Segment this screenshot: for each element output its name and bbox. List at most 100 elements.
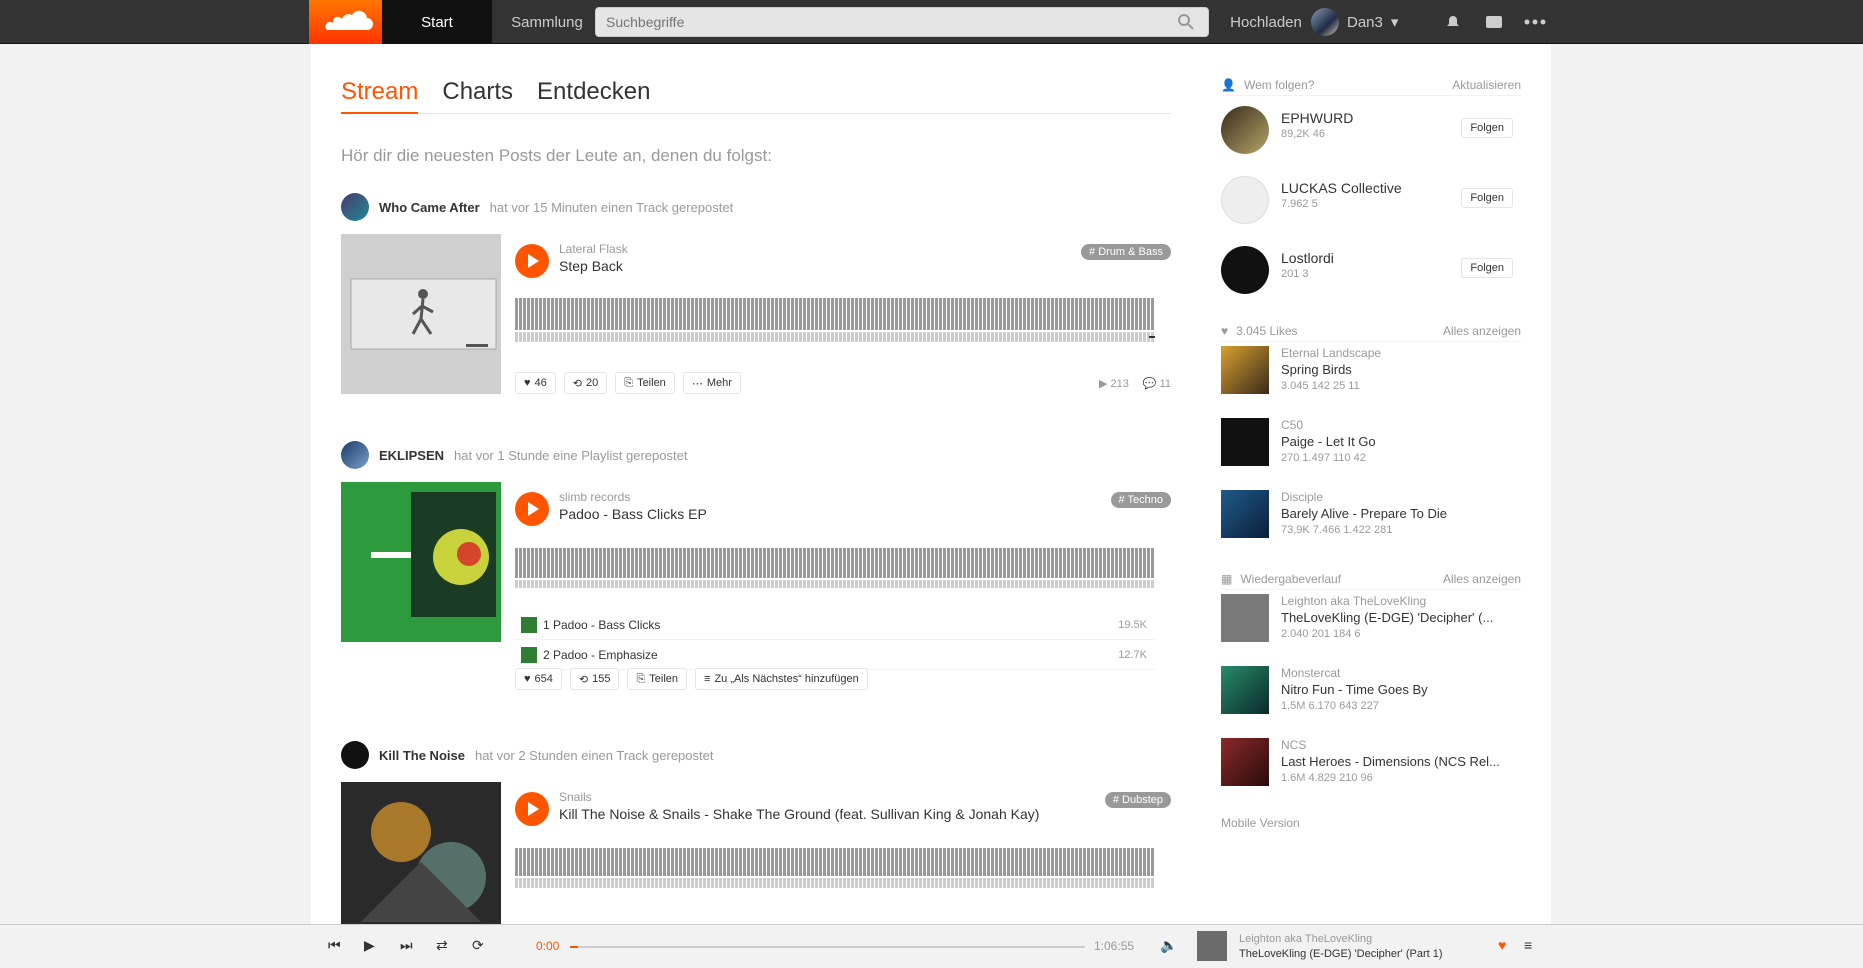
nav-start[interactable]: Start <box>382 0 492 44</box>
tab-charts[interactable]: Charts <box>442 78 513 114</box>
track-title[interactable]: Kill The Noise & Snails - Shake The Grou… <box>559 806 1039 822</box>
sidebar: 👤 Wem folgen? Aktualisieren EPHWURD 89,2K… <box>1221 74 1521 830</box>
reposter-name[interactable]: Kill The Noise <box>379 748 465 763</box>
genre-tag[interactable]: # Techno <box>1110 492 1171 508</box>
main-container: Stream Charts Entdecken Hör dir die neue… <box>311 44 1551 942</box>
mobile-version-link[interactable]: Mobile Version <box>1221 816 1521 830</box>
track-thumbnail <box>1221 594 1269 642</box>
search-icon[interactable] <box>1176 12 1196 32</box>
track-artist[interactable]: Lateral Flask <box>559 242 628 256</box>
like-item[interactable]: Disciple Barely Alive - Prepare To Die 7… <box>1221 486 1521 558</box>
time-current: 0:00 <box>536 939 560 953</box>
list-item[interactable]: 1 Padoo - Bass Clicks 19.5K <box>515 610 1155 640</box>
history-item[interactable]: Monstercat Nitro Fun - Time Goes By 1,5M… <box>1221 662 1521 734</box>
repost-button[interactable]: ⟲ 155 <box>569 668 620 690</box>
track-artwork[interactable] <box>341 782 501 942</box>
playlist-owner[interactable]: slimb records <box>559 490 630 504</box>
like-button[interactable]: ♥ 46 <box>515 372 556 394</box>
view-all-history-link[interactable]: Alles anzeigen <box>1443 572 1521 586</box>
heart-icon[interactable]: ♥ <box>1498 937 1506 953</box>
track-thumbnail <box>1221 490 1269 538</box>
waveform[interactable] <box>515 838 1155 898</box>
calendar-icon: ▦ <box>1221 571 1233 586</box>
top-navigation-inner: Start Sammlung Hochladen Dan3 ▾ <box>309 0 1551 44</box>
chevron-down-icon: ▾ <box>1390 14 1399 31</box>
like-item[interactable]: Eternal Landscape Spring Birds 3.045 142… <box>1221 342 1521 414</box>
who-to-follow-header: 👤 Wem folgen? Aktualisieren <box>1221 74 1521 96</box>
history-item[interactable]: Leighton aka TheLoveKling TheLoveKling (… <box>1221 590 1521 662</box>
waveform[interactable] <box>515 538 1155 598</box>
repeat-icon[interactable]: ⟳ <box>472 937 484 954</box>
follow-button[interactable]: Folgen <box>1461 118 1513 138</box>
notifications-bell-icon[interactable] <box>1441 10 1465 34</box>
genre-tag[interactable]: # Drum & Bass <box>1081 244 1171 260</box>
tab-discover[interactable]: Entdecken <box>537 78 650 114</box>
likes-header: ♥ 3.045 Likes Alles anzeigen <box>1221 320 1521 342</box>
search-input[interactable] <box>595 7 1209 37</box>
play-button[interactable] <box>515 244 549 278</box>
progress-bar[interactable] <box>570 946 1085 948</box>
track-thumbnail <box>521 617 537 633</box>
refresh-link[interactable]: Aktualisieren <box>1452 78 1521 92</box>
track-thumbnail <box>1221 418 1269 466</box>
playlist-actions: ♥ 654 ⟲ 155 ⎘ Teilen ≡ Zu „Als Nächstes“ hin… <box>515 668 868 690</box>
previous-icon[interactable]: ⏮ <box>328 937 341 954</box>
share-button[interactable]: ⎘ Teilen <box>615 372 675 394</box>
reposter-name[interactable]: Who Came After <box>379 200 480 215</box>
track-title[interactable]: Step Back <box>559 258 623 274</box>
like-item[interactable]: C50 Paige - Let It Go 270 1.497 110 42 <box>1221 414 1521 486</box>
nav-collection[interactable]: Sammlung <box>492 0 602 44</box>
follow-suggestion: Lostlordi 201 3 Folgen <box>1221 236 1521 306</box>
messages-icon[interactable] <box>1482 10 1506 34</box>
play-button[interactable] <box>515 792 549 826</box>
stream-post: Who Came After hat vor 15 Minuten einen … <box>341 192 1171 394</box>
post-meta: EKLIPSEN hat vor 1 Stunde eine Playlist … <box>341 440 1171 470</box>
genre-tag[interactable]: # Dubstep <box>1104 792 1171 808</box>
avatar[interactable] <box>341 193 369 221</box>
volume-icon[interactable]: 🔈 <box>1160 937 1177 954</box>
follow-stats: 201 3 <box>1281 268 1309 280</box>
username: Dan3 <box>1347 13 1383 31</box>
avatar[interactable] <box>1221 176 1269 224</box>
playlist-artwork[interactable] <box>341 482 501 642</box>
time-total: 1:06:55 <box>1094 939 1135 953</box>
stream-intro: Hör dir die neuesten Posts der Leute an,… <box>341 146 772 165</box>
follow-button[interactable]: Folgen <box>1461 188 1513 208</box>
tab-stream[interactable]: Stream <box>341 78 419 114</box>
track-thumbnail <box>521 647 537 663</box>
cloud-icon <box>324 10 373 30</box>
playlist-icon[interactable]: ≡ <box>1524 937 1532 953</box>
soundcloud-logo[interactable] <box>309 0 382 44</box>
like-button[interactable]: ♥ 654 <box>515 668 562 690</box>
more-icon[interactable] <box>1523 10 1547 34</box>
follow-name[interactable]: LUCKAS Collective <box>1281 180 1402 196</box>
avatar[interactable] <box>1221 246 1269 294</box>
repost-icon: ⟲ <box>572 377 582 390</box>
track-artwork[interactable] <box>341 234 501 394</box>
avatar[interactable] <box>1221 106 1269 154</box>
reposter-name[interactable]: EKLIPSEN <box>379 448 444 463</box>
track-artist[interactable]: Snails <box>559 790 592 804</box>
follow-button[interactable]: Folgen <box>1461 258 1513 278</box>
waveform[interactable] <box>515 290 1155 350</box>
shuffle-icon[interactable]: ⇄ <box>436 937 448 954</box>
play-icon[interactable]: ▶ <box>364 937 375 954</box>
list-item[interactable]: 2 Padoo - Emphasize 12.7K <box>515 640 1155 670</box>
repost-button[interactable]: ⟲ 20 <box>563 372 608 394</box>
user-menu[interactable]: Dan3 ▾ <box>1311 0 1415 44</box>
stream-tabs: Stream Charts Entdecken <box>341 78 1171 114</box>
avatar[interactable] <box>341 441 369 469</box>
upload-link[interactable]: Hochladen <box>1227 0 1305 44</box>
avatar[interactable] <box>341 741 369 769</box>
view-all-likes-link[interactable]: Alles anzeigen <box>1443 324 1521 338</box>
follow-name[interactable]: Lostlordi <box>1281 250 1334 266</box>
playlist-title[interactable]: Padoo - Bass Clicks EP <box>559 506 707 522</box>
play-button[interactable] <box>515 492 549 526</box>
more-button[interactable]: ⋯ Mehr <box>682 372 741 394</box>
track-thumbnail <box>1221 666 1269 714</box>
add-to-next-up-button[interactable]: ≡ Zu „Als Nächstes“ hinzufügen <box>695 668 868 690</box>
share-button[interactable]: ⎘ Teilen <box>627 668 688 690</box>
history-item[interactable]: NCS Last Heroes - Dimensions (NCS Rel...… <box>1221 734 1521 806</box>
next-icon[interactable]: ⏭ <box>400 937 413 954</box>
follow-name[interactable]: EPHWURD <box>1281 110 1353 126</box>
